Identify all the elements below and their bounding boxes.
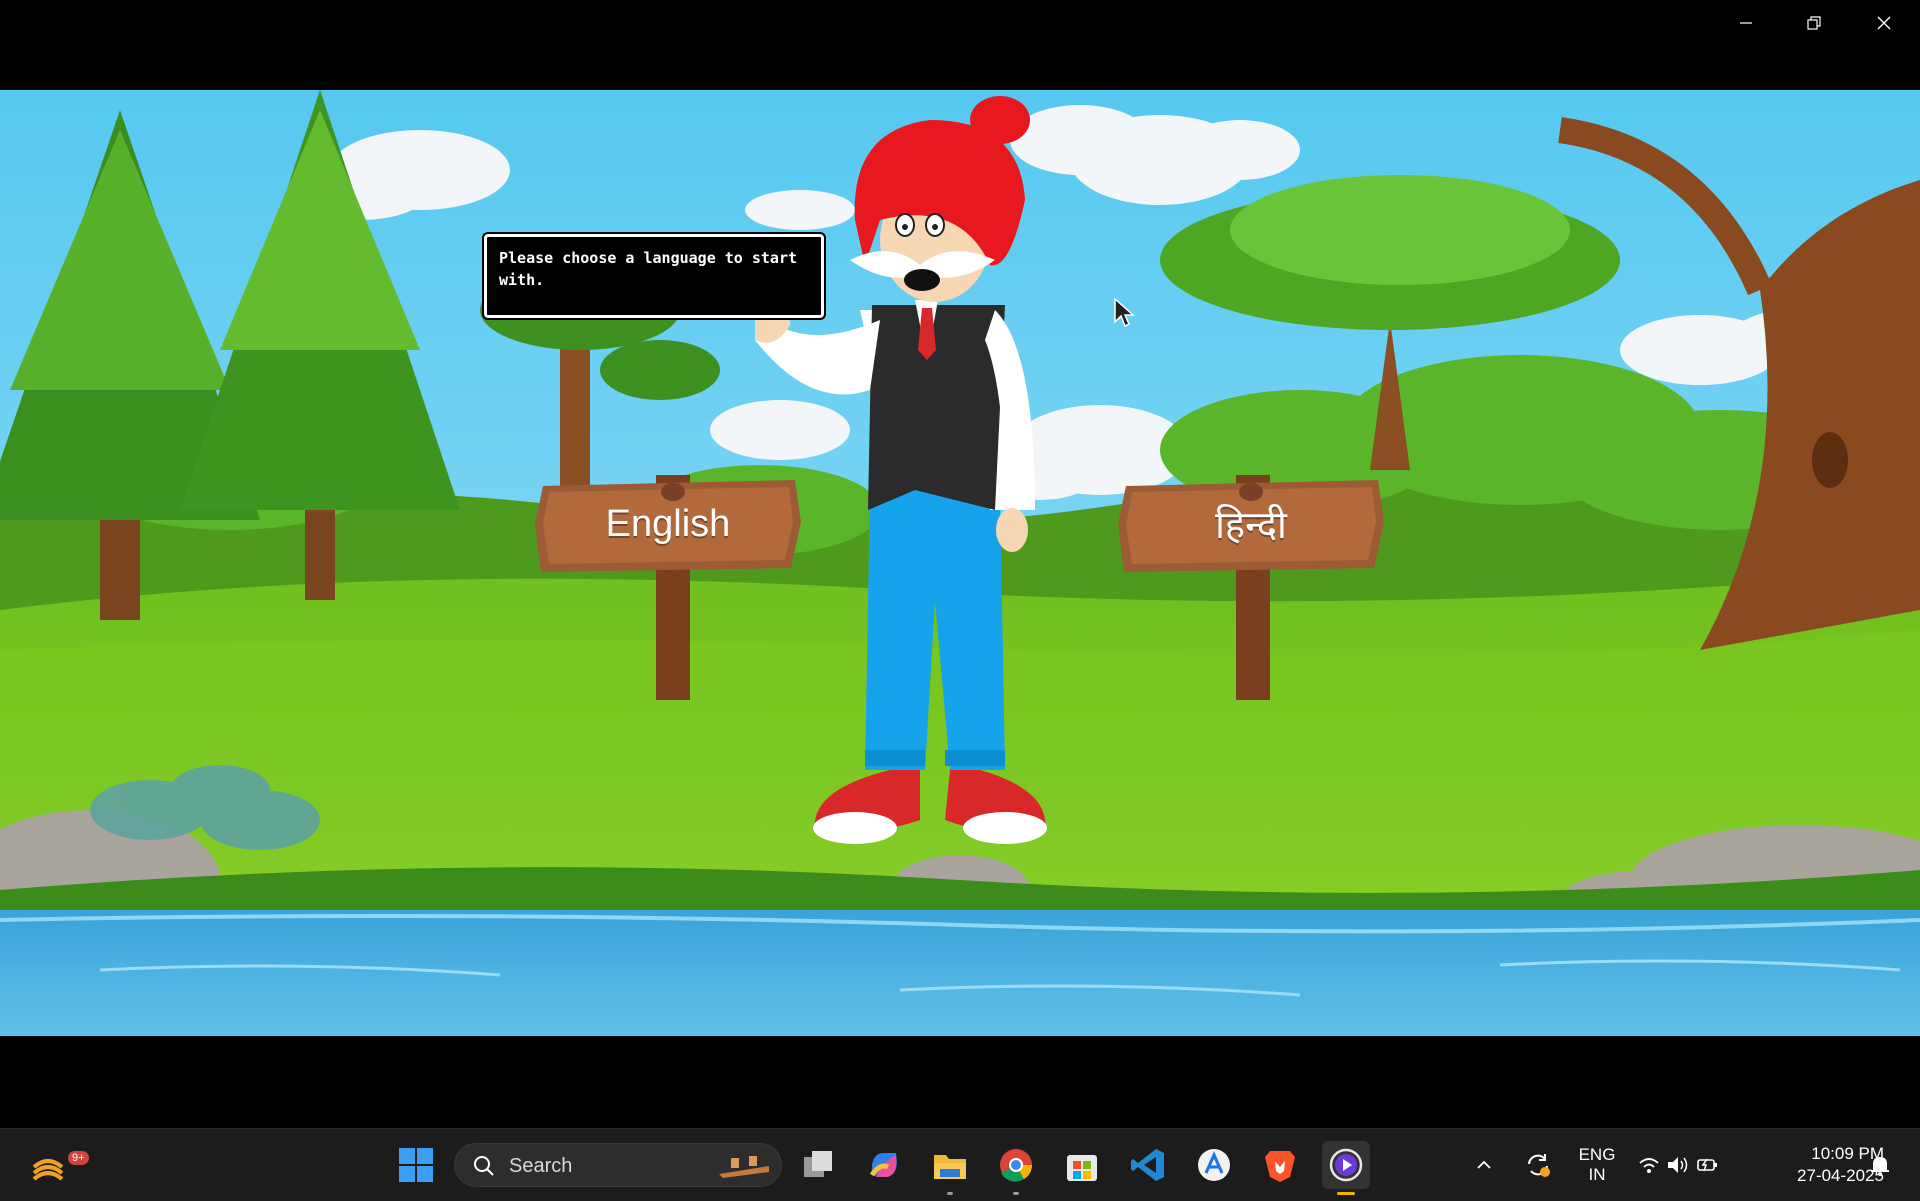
speech-bubble: Please choose a language to start with. (484, 234, 824, 318)
forest-background (0, 90, 1920, 1036)
notifications-button[interactable] (1862, 1141, 1898, 1189)
show-hidden-icons-button[interactable] (1466, 1141, 1502, 1189)
running-indicator (1013, 1192, 1019, 1195)
volume-icon (1668, 1157, 1688, 1173)
sync-icon (1528, 1154, 1550, 1177)
weather-widget[interactable]: 9+ (24, 1141, 89, 1189)
brave-button[interactable] (1256, 1141, 1304, 1189)
app-icon (1198, 1149, 1230, 1181)
task-view-button[interactable] (794, 1141, 842, 1189)
taskbar-search[interactable]: Search (454, 1143, 782, 1187)
restore-icon (1807, 16, 1821, 30)
window-title-bar (0, 0, 1920, 90)
search-placeholder: Search (509, 1155, 573, 1177)
task-view-icon (804, 1151, 832, 1177)
language-code: ENG (1578, 1145, 1616, 1164)
copilot-button[interactable] (860, 1141, 908, 1189)
sync-status-button[interactable] (1514, 1141, 1562, 1189)
region-code: IN (1588, 1165, 1606, 1184)
letterbox-bottom (0, 1036, 1920, 1128)
chrome-button[interactable] (992, 1141, 1040, 1195)
microsoft-store-button[interactable] (1058, 1141, 1106, 1189)
wifi-icon (1639, 1158, 1659, 1173)
media-player-button[interactable] (1322, 1141, 1370, 1195)
close-icon (1877, 16, 1891, 30)
vscode-icon (1131, 1149, 1164, 1181)
app-button[interactable] (1190, 1141, 1238, 1189)
microsoft-store-icon (1067, 1155, 1097, 1181)
bell-icon (1871, 1157, 1889, 1176)
file-explorer-icon (934, 1155, 966, 1179)
quick-settings-button[interactable] (1634, 1141, 1724, 1189)
sign-label: हिन्दी (1215, 505, 1287, 547)
hindi-language-sign[interactable]: हिन्दी (1116, 472, 1386, 576)
mouse-cursor-icon (1114, 298, 1135, 328)
game-scene: Please choose a language to start with. … (0, 90, 1920, 1036)
input-language-button[interactable]: ENG IN (1572, 1141, 1622, 1189)
copilot-icon (869, 1153, 897, 1177)
start-button[interactable] (392, 1141, 440, 1189)
chevron-up-icon (1477, 1160, 1491, 1169)
search-highlight-icon (719, 1156, 769, 1178)
restore-button[interactable] (1780, 0, 1848, 46)
media-player-icon (1329, 1148, 1363, 1182)
brave-icon (1265, 1151, 1295, 1182)
taskbar: 9+ Search ENG IN 10:09 PM 27-04-2025 (0, 1128, 1920, 1201)
english-language-sign[interactable]: English (533, 472, 803, 576)
vscode-button[interactable] (1124, 1141, 1172, 1189)
sign-label: English (605, 502, 731, 545)
notification-badge: 9+ (68, 1151, 89, 1165)
battery-charging-icon (1697, 1158, 1717, 1172)
start-icon (399, 1148, 433, 1182)
active-indicator (1337, 1192, 1355, 1195)
minimize-button[interactable] (1712, 0, 1780, 46)
search-icon (474, 1156, 494, 1176)
minimize-icon (1740, 22, 1752, 24)
running-indicator (947, 1192, 953, 1195)
weather-widget-icon (32, 1159, 64, 1181)
chrome-icon (1000, 1149, 1033, 1182)
close-button[interactable] (1850, 0, 1918, 46)
file-explorer-button[interactable] (926, 1141, 974, 1195)
